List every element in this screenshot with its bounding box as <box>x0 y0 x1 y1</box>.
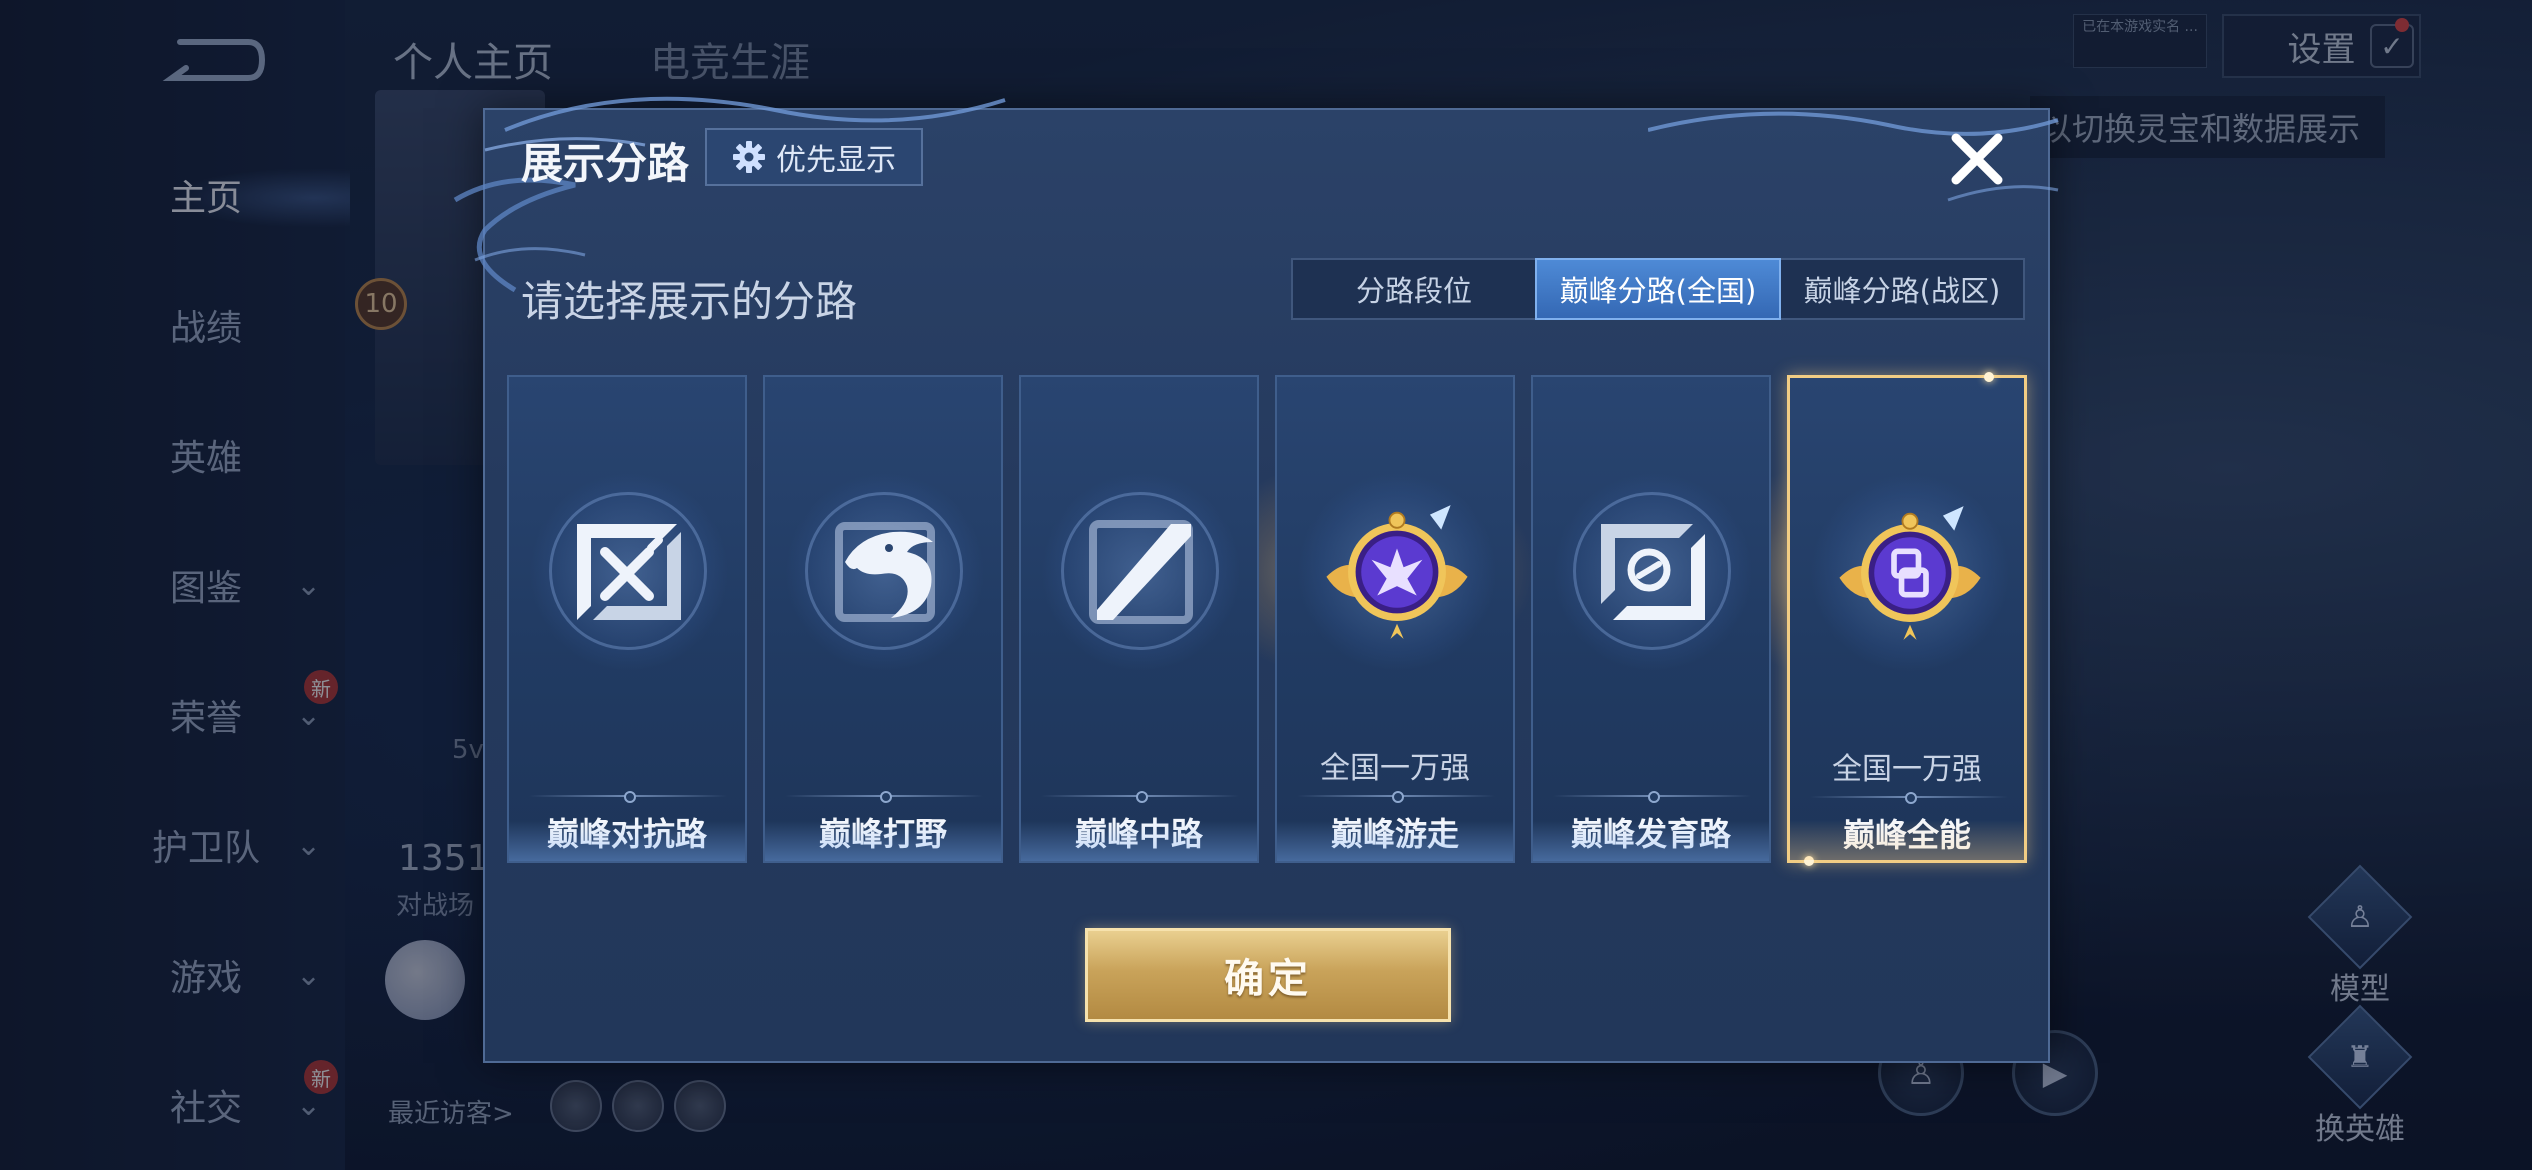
sparkle-dot <box>1984 372 1994 382</box>
card-bottom-glow <box>509 821 745 861</box>
all-round-medal-icon <box>1830 493 1990 653</box>
mid-lane-icon <box>1061 492 1221 652</box>
tab-peak-lane-national[interactable]: 巅峰分路(全国) <box>1535 258 1781 320</box>
choose-lane-prompt: 请选择展示的分路 <box>521 277 858 326</box>
divider-dot <box>1905 792 1917 804</box>
dialog-title: 展示分路 <box>521 139 690 188</box>
divider-dot <box>1136 791 1148 803</box>
card-bottom-glow <box>1277 821 1513 861</box>
card-bottom-glow <box>765 821 1001 861</box>
close-icon[interactable] <box>1942 124 2012 194</box>
priority-display-label: 优先显示 <box>776 143 896 178</box>
gear-icon <box>733 141 765 173</box>
card-bottom-glow <box>1533 821 1769 861</box>
confirm-label: 确定 <box>1224 956 1312 1002</box>
priority-display-button[interactable]: 优先显示 <box>705 128 923 186</box>
tab-peak-lane-region[interactable]: 巅峰分路(战区) <box>1781 260 2023 318</box>
lane-card-clash[interactable]: 巅峰对抗路 <box>507 375 747 863</box>
lane-card-jungle[interactable]: 巅峰打野 <box>763 375 1003 863</box>
divider-dot <box>1392 791 1404 803</box>
roam-medal-icon <box>1317 492 1477 652</box>
divider-dot <box>880 791 892 803</box>
lane-card-mid[interactable]: 巅峰中路 <box>1019 375 1259 863</box>
lane-mode-tabs: 分路段位 巅峰分路(全国) 巅峰分路(战区) <box>1291 258 2025 320</box>
confirm-button[interactable]: 确定 <box>1085 928 1451 1022</box>
lane-card-roam[interactable]: 全国一万强 巅峰游走 <box>1275 375 1515 863</box>
rank-text: 全国一万强 <box>1320 751 1470 786</box>
lane-cards: 巅峰对抗路 巅峰打野 <box>507 372 2037 866</box>
farm-lane-icon <box>1573 492 1733 652</box>
lane-card-farm[interactable]: 巅峰发育路 <box>1531 375 1771 863</box>
lane-display-dialog: 展示分路 优先显示 请选择展示的分路 分路段位 巅峰分路(全国) 巅峰分路(战区… <box>453 96 2059 1063</box>
tab-lane-rank[interactable]: 分路段位 <box>1293 260 1535 318</box>
clash-lane-icon <box>549 492 709 652</box>
lane-card-all-round[interactable]: 全国一万强 巅峰全能 <box>1787 372 2027 866</box>
jungle-icon <box>805 492 965 652</box>
card-bottom-glow <box>1790 820 2024 860</box>
card-bottom-glow <box>1021 821 1257 861</box>
rank-text: 全国一万强 <box>1832 752 1982 787</box>
divider-dot <box>624 791 636 803</box>
divider-dot <box>1648 791 1660 803</box>
